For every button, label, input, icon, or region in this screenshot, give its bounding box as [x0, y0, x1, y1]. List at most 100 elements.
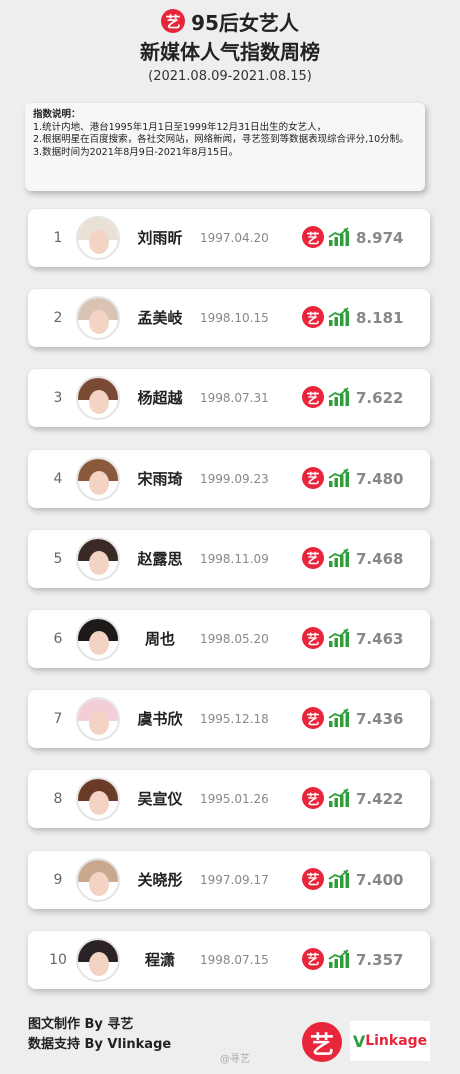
notes-line-3: 3.数据时间为2021年8月9日-2021年8月15日。 — [33, 146, 239, 158]
popularity-score: 7.422 — [356, 790, 404, 809]
birth-date: 1998.10.15 — [200, 311, 269, 326]
rank-number: 3 — [53, 390, 63, 407]
artist-name: 虞书欣 — [137, 710, 183, 729]
ranking-card: 8 吴宣仪 1995.01.26 艺 7.422 — [28, 770, 430, 829]
yi-badge-icon: 艺 — [302, 466, 324, 489]
avatar-face — [89, 631, 109, 655]
vlinkage-logo-v: V — [352, 1031, 366, 1051]
ranking-card: 3 杨超越 1998.07.31 艺 7.622 — [28, 369, 430, 428]
yi-badge-icon: 艺 — [302, 627, 324, 649]
data-source-credit: 数据支持 By Vlinkage — [28, 1037, 172, 1052]
avatar — [76, 216, 120, 260]
rank-number: 8 — [53, 791, 63, 808]
avatar-face — [89, 390, 109, 415]
ranking-card: 4 宋雨琦 1999.09.23 艺 7.480 — [28, 449, 430, 508]
avatar-face — [89, 470, 109, 495]
birth-date: 1998.07.15 — [200, 952, 269, 967]
avatar-face — [89, 310, 109, 335]
artist-name: 刘雨昕 — [137, 229, 183, 247]
avatar-face — [89, 550, 109, 575]
avatar-face — [89, 871, 109, 896]
trend-up-icon — [328, 307, 349, 327]
birth-date: 1997.09.17 — [200, 872, 269, 887]
trend-up-icon — [328, 949, 349, 968]
yi-badge-icon: 艺 — [302, 226, 324, 248]
ranking-card: 5 赵露思 1998.11.09 艺 7.468 — [28, 529, 430, 588]
rank-number: 4 — [53, 470, 63, 487]
birth-date: 1999.09.23 — [200, 471, 269, 486]
ranking-card: 1 刘雨昕 1997.04.20 艺 8.974 — [28, 209, 430, 267]
vlinkage-logo-text: Linkage — [365, 1033, 428, 1049]
artist-name: 周也 — [144, 630, 175, 648]
birth-date: 1998.05.20 — [200, 632, 269, 646]
popularity-score: 7.468 — [356, 549, 404, 568]
artist-name: 赵露思 — [137, 549, 183, 568]
popularity-score: 7.463 — [356, 630, 404, 648]
yi-badge-icon: 艺 — [302, 306, 324, 329]
page-title: 95后女艺人 — [191, 10, 299, 35]
footer-credits: 图文制作 By 寻艺 数据支持 By Vlinkage — [28, 1015, 171, 1055]
yi-badge-icon: 艺 — [302, 386, 324, 409]
vlinkage-logo: V Linkage — [350, 1021, 430, 1061]
popularity-score: 8.974 — [356, 229, 404, 247]
yi-badge-icon: 艺 — [302, 787, 324, 810]
header: 艺 95后女艺人 新媒体人气指数周榜 (2021.08.09-2021.08.1… — [0, 8, 460, 84]
popularity-score: 7.436 — [356, 710, 404, 729]
avatar — [76, 296, 120, 341]
birth-date: 1998.11.09 — [200, 551, 269, 566]
rank-number: 2 — [53, 310, 63, 327]
trend-up-icon — [328, 227, 349, 246]
avatar-face — [89, 230, 109, 254]
avatar-face — [89, 951, 109, 976]
yi-badge-icon: 艺 — [302, 947, 324, 970]
avatar — [76, 617, 120, 661]
popularity-score: 7.357 — [356, 950, 404, 969]
avatar-face — [89, 711, 109, 736]
yi-logo-icon: 艺 — [161, 9, 186, 33]
popularity-score: 7.400 — [356, 870, 404, 889]
rank-number: 7 — [53, 711, 63, 728]
rank-number: 9 — [53, 871, 63, 888]
avatar — [76, 777, 120, 822]
notes-line-2: 2.根据明星在百度搜索，各社交网站，网络新闻，寻艺签到等数据表现综合评分,10分… — [33, 134, 409, 145]
birth-date: 1995.12.18 — [200, 712, 269, 727]
yi-badge-icon: 艺 — [302, 867, 324, 890]
birth-date: 1998.07.31 — [200, 391, 269, 406]
notes-line-1: 1.统计内地、港台1995年1月1日至1999年12月31日出生的女艺人， — [33, 121, 327, 133]
yi-badge-icon: 艺 — [302, 546, 324, 569]
watermark: @寻艺 — [220, 1054, 250, 1065]
page-subtitle: 新媒体人气指数周榜 — [140, 40, 320, 64]
artist-name: 吴宣仪 — [137, 790, 183, 809]
trend-up-icon — [328, 467, 349, 487]
rank-number: 6 — [53, 631, 63, 647]
avatar-face — [89, 791, 109, 816]
avatar — [76, 456, 120, 501]
yi-footer-logo-icon: 艺 — [302, 1022, 342, 1062]
notes-title: 指数说明： — [33, 109, 81, 120]
avatar — [76, 937, 120, 982]
ranking-card: 10 程潇 1998.07.15 艺 7.357 — [28, 930, 430, 989]
trend-up-icon — [328, 548, 349, 567]
ranking-card: 9 关晓彤 1997.09.17 艺 7.400 — [28, 850, 430, 909]
artist-name: 孟美岐 — [137, 309, 183, 328]
popularity-score: 8.181 — [356, 309, 404, 328]
rank-number: 5 — [53, 550, 63, 567]
artist-name: 程潇 — [144, 950, 175, 969]
made-by-credit: 图文制作 By 寻艺 — [28, 1017, 134, 1032]
popularity-score: 7.622 — [356, 389, 404, 408]
yi-badge-icon: 艺 — [302, 707, 324, 730]
avatar — [76, 857, 120, 902]
ranking-card: 6 周也 1998.05.20 艺 7.463 — [28, 610, 430, 668]
trend-up-icon — [328, 708, 349, 728]
index-notes: 指数说明： 1.统计内地、港台1995年1月1日至1999年12月31日出生的女… — [25, 103, 425, 191]
birth-date: 1995.01.26 — [200, 792, 269, 807]
title-row: 艺 95后女艺人 — [0, 8, 460, 35]
trend-up-icon — [328, 628, 349, 647]
trend-up-icon — [328, 788, 349, 808]
date-range: (2021.08.09-2021.08.15) — [148, 69, 312, 84]
birth-date: 1997.04.20 — [200, 231, 269, 245]
artist-name: 关晓彤 — [137, 870, 183, 889]
rank-number: 1 — [53, 230, 63, 246]
trend-up-icon — [328, 868, 349, 888]
ranking-card: 7 虞书欣 1995.12.18 艺 7.436 — [28, 690, 430, 749]
